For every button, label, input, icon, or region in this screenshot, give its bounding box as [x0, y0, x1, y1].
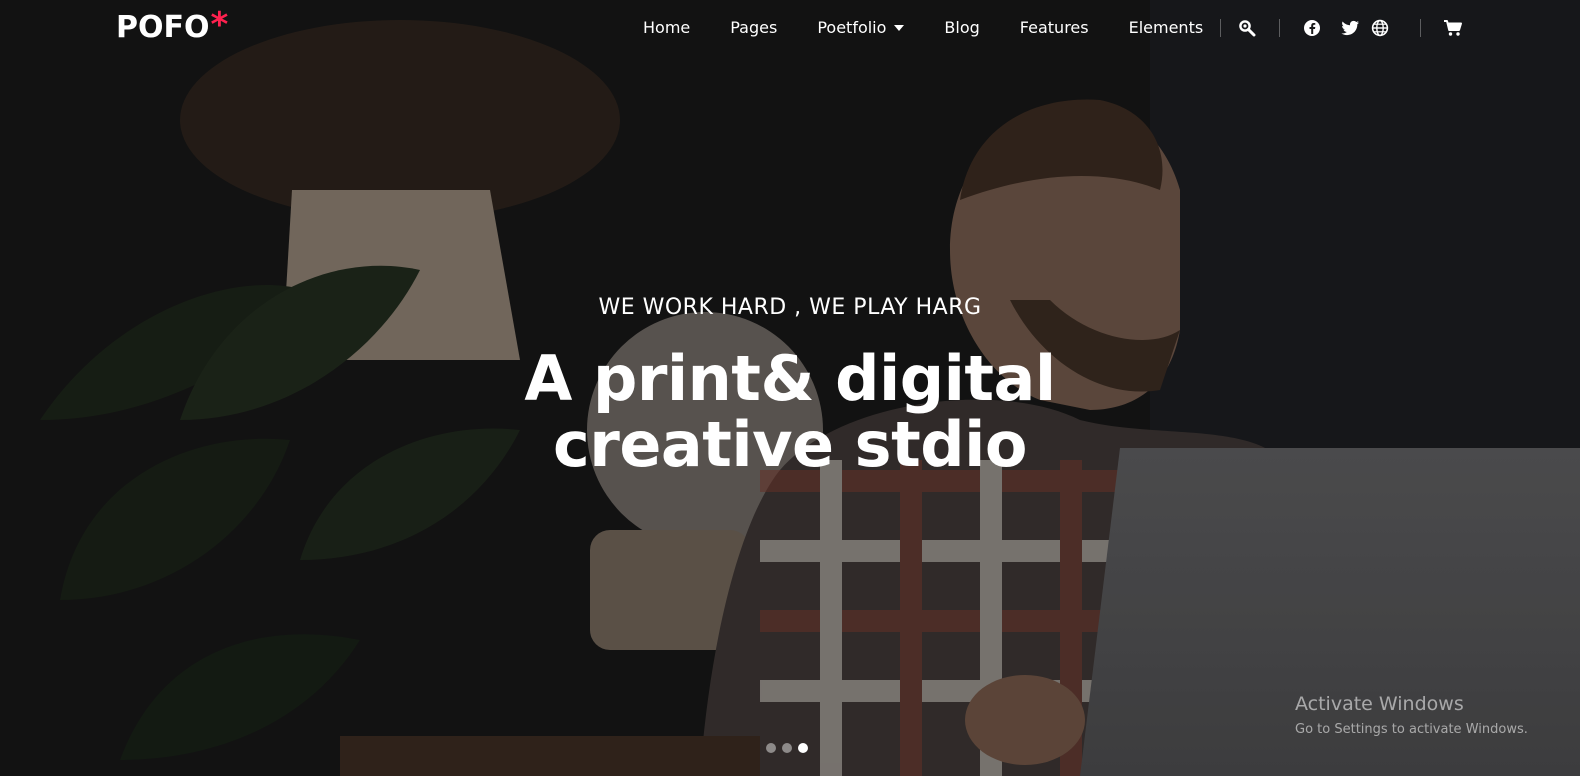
globe-icon[interactable] [1370, 18, 1390, 38]
nav-item-features[interactable]: Features [1007, 16, 1102, 40]
slider-dot-2[interactable] [782, 743, 792, 753]
slider-pagination [766, 743, 808, 753]
main-nav-menu: Home Pages Poetfolio Blog Features Eleme… [630, 16, 1230, 40]
brand-logo-text: POFO [116, 10, 210, 45]
slider-dot-3-active[interactable] [798, 743, 808, 753]
cart-icon[interactable] [1443, 18, 1463, 38]
divider [1220, 19, 1221, 37]
slider-dot-1[interactable] [766, 743, 776, 753]
nav-item-label: Features [1019, 18, 1089, 37]
divider [1279, 19, 1280, 37]
divider [1420, 19, 1421, 37]
nav-item-home[interactable]: Home [630, 16, 703, 40]
caret-down-icon [894, 25, 905, 31]
twitter-icon[interactable] [1340, 18, 1360, 38]
watermark-title: Activate Windows [1295, 693, 1464, 715]
nav-item-blog[interactable]: Blog [931, 16, 992, 40]
hero-title-line2: creative stdio [553, 408, 1027, 481]
watermark-subtitle: Go to Settings to activate Windows. [1295, 722, 1528, 737]
nav-item-pages[interactable]: Pages [717, 16, 790, 40]
nav-item-portfolio[interactable]: Poetfolio [804, 16, 917, 40]
nav-item-elements[interactable]: Elements [1116, 16, 1217, 40]
header-icon-group [1220, 16, 1463, 40]
brand-logo[interactable]: POFO * [116, 8, 228, 48]
windows-activation-watermark: Activate Windows Go to Settings to activ… [1295, 692, 1528, 740]
nav-item-label: Poetfolio [817, 18, 887, 37]
facebook-icon[interactable] [1302, 18, 1322, 38]
nav-item-label: Pages [730, 18, 778, 37]
hero-title: A print& digital creative stdio [0, 346, 1580, 478]
hero-section: POFO * Home Pages Poetfolio Blog Feature… [0, 0, 1580, 776]
nav-item-label: Elements [1128, 18, 1204, 37]
nav-item-label: Blog [944, 18, 980, 37]
hero-subtitle: WE WORK HARD , WE PLAY HARG [598, 295, 982, 320]
nav-item-label: Home [643, 18, 691, 37]
brand-logo-asterisk: * [210, 5, 229, 45]
hero-title-line1: A print& digital [524, 342, 1056, 415]
top-navbar: POFO * Home Pages Poetfolio Blog Feature… [0, 0, 1580, 56]
search-icon[interactable] [1237, 18, 1257, 38]
